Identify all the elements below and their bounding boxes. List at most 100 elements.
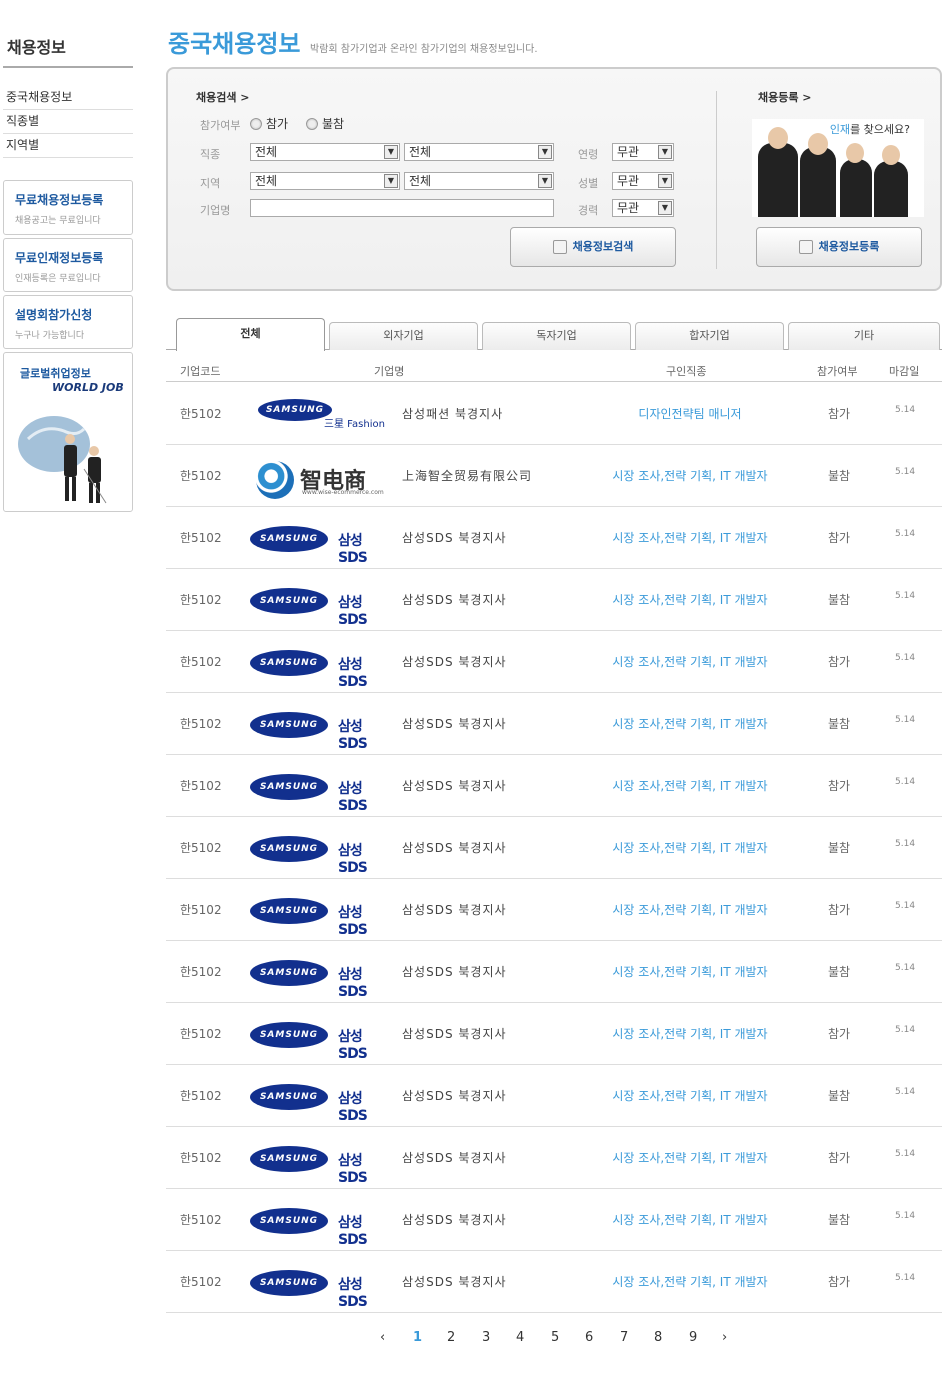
age-select[interactable]: 무관 ▼: [612, 143, 674, 161]
job-select-secondary[interactable]: 전체 ▼: [404, 143, 554, 161]
tab-other[interactable]: 기타: [788, 322, 940, 350]
select-value: 전체: [409, 174, 432, 188]
next-page-arrow-icon[interactable]: ›: [722, 1330, 727, 1345]
job-title-link[interactable]: 시장 조사,전략 기획, IT 개발자: [570, 1087, 810, 1104]
region-select-primary[interactable]: 전체 ▼: [250, 172, 400, 190]
page-9[interactable]: 9: [689, 1330, 697, 1345]
sidebar-item-china-jobs[interactable]: 중국채용정보: [3, 86, 133, 110]
prev-page-arrow-icon[interactable]: ‹: [380, 1330, 385, 1345]
job-title-link[interactable]: 시장 조사,전략 기획, IT 개발자: [570, 467, 810, 484]
page-2[interactable]: 2: [447, 1330, 455, 1345]
company-name[interactable]: 삼성SDS 북경지사: [402, 715, 507, 732]
company-name[interactable]: 삼성SDS 북경지사: [402, 963, 507, 980]
table-row[interactable]: 한5102 SAMSUNG 三星 Fashion 삼성패션 북경지사 디자인전략팀 매니…: [166, 383, 942, 445]
samsung-logo-badge: SAMSUNG: [258, 399, 332, 421]
table-row[interactable]: 한5102 SAMSUNG 삼성SDS 삼성SDS 북경지사 시장 조사,전략 기획, …: [166, 817, 942, 879]
table-row[interactable]: 한5102 SAMSUNG 삼성SDS 삼성SDS 북경지사 시장 조사,전략 기획, …: [166, 879, 942, 941]
table-row[interactable]: 한5102 智电商 www.wise-ecommerce.com 上海智全贸易有限公司…: [166, 445, 942, 507]
page-1[interactable]: 1: [413, 1330, 422, 1345]
job-title-link[interactable]: 시장 조사,전략 기획, IT 개발자: [570, 777, 810, 794]
company-name[interactable]: 삼성SDS 북경지사: [402, 1273, 507, 1290]
company-name[interactable]: 삼성SDS 북경지사: [402, 1211, 507, 1228]
page-7[interactable]: 7: [620, 1330, 628, 1345]
logo-text: 삼성SDS: [338, 967, 368, 1000]
company-name[interactable]: 삼성SDS 북경지사: [402, 1087, 507, 1104]
seminar-apply-banner[interactable]: 설명회참가신청 누구나 가능합니다: [3, 295, 133, 349]
table-row[interactable]: 한5102 SAMSUNG 삼성SDS 삼성SDS 북경지사 시장 조사,전략 기획, …: [166, 755, 942, 817]
company-name[interactable]: 삼성SDS 북경지사: [402, 529, 507, 546]
table-row[interactable]: 한5102 SAMSUNG 삼성SDS 삼성SDS 북경지사 시장 조사,전략 기획, …: [166, 1003, 942, 1065]
page-6[interactable]: 6: [585, 1330, 593, 1345]
deadline-date: 5.14: [895, 963, 916, 973]
company-logo: SAMSUNG 삼성SDS: [250, 1019, 386, 1062]
job-search-button[interactable]: 채용정보검색: [510, 227, 676, 267]
company-name[interactable]: 삼성SDS 북경지사: [402, 1025, 507, 1042]
tab-all[interactable]: 전체: [176, 318, 325, 351]
select-value: 무관: [617, 201, 640, 215]
company-name[interactable]: 삼성SDS 북경지사: [402, 1149, 507, 1166]
company-name[interactable]: 삼성SDS 북경지사: [402, 653, 507, 670]
radio-not-participate[interactable]: [306, 118, 318, 130]
job-title-link[interactable]: 시장 조사,전략 기획, IT 개발자: [570, 1149, 810, 1166]
free-job-register-banner[interactable]: 무료채용정보등록 채용공고는 무료입니다: [3, 180, 133, 235]
samsung-logo-badge: SAMSUNG: [250, 836, 328, 862]
page-4[interactable]: 4: [516, 1330, 524, 1345]
person-figure: [758, 143, 798, 217]
company-name[interactable]: 삼성SDS 북경지사: [402, 901, 507, 918]
sidebar-item-by-region[interactable]: 지역별: [3, 134, 133, 158]
job-title-link[interactable]: 디자인전략팀 매니저: [570, 405, 810, 422]
job-title-link[interactable]: 시장 조사,전략 기획, IT 개발자: [570, 529, 810, 546]
company-logo: SAMSUNG 삼성SDS: [250, 1143, 386, 1186]
company-name[interactable]: 上海智全贸易有限公司: [402, 467, 532, 484]
select-value: 전체: [255, 145, 278, 159]
job-title-link[interactable]: 시장 조사,전략 기획, IT 개발자: [570, 653, 810, 670]
page-8[interactable]: 8: [654, 1330, 662, 1345]
logo-text: 삼성SDS: [338, 1277, 368, 1310]
tab-joint-venture[interactable]: 합자기업: [635, 322, 784, 350]
job-title-link[interactable]: 시장 조사,전략 기획, IT 개발자: [570, 1025, 810, 1042]
job-register-button[interactable]: 채용정보등록: [756, 227, 922, 267]
global-job-banner[interactable]: 글로벌취업정보 WORLD JOB: [3, 352, 133, 512]
table-row[interactable]: 한5102 SAMSUNG 삼성SDS 삼성SDS 북경지사 시장 조사,전략 기획, …: [166, 1065, 942, 1127]
table-row[interactable]: 한5102 SAMSUNG 삼성SDS 삼성SDS 북경지사 시장 조사,전략 기획, …: [166, 507, 942, 569]
table-row[interactable]: 한5102 SAMSUNG 삼성SDS 삼성SDS 북경지사 시장 조사,전략 기획, …: [166, 1251, 942, 1313]
job-title-link[interactable]: 시장 조사,전략 기획, IT 개발자: [570, 901, 810, 918]
table-row[interactable]: 한5102 SAMSUNG 삼성SDS 삼성SDS 북경지사 시장 조사,전략 기획, …: [166, 693, 942, 755]
job-title-link[interactable]: 시장 조사,전략 기획, IT 개발자: [570, 963, 810, 980]
table-row[interactable]: 한5102 SAMSUNG 삼성SDS 삼성SDS 북경지사 시장 조사,전략 기획, …: [166, 1189, 942, 1251]
region-select-secondary[interactable]: 전체 ▼: [404, 172, 554, 190]
job-title-link[interactable]: 시장 조사,전략 기획, IT 개발자: [570, 591, 810, 608]
radio-participate[interactable]: [250, 118, 262, 130]
table-row[interactable]: 한5102 SAMSUNG 삼성SDS 삼성SDS 북경지사 시장 조사,전략 기획, …: [166, 631, 942, 693]
page-3[interactable]: 3: [482, 1330, 490, 1345]
career-select[interactable]: 무관 ▼: [612, 199, 674, 217]
banner-subtitle: 누구나 가능합니다: [15, 331, 85, 341]
tab-independent[interactable]: 독자기업: [482, 322, 631, 350]
job-title-link[interactable]: 시장 조사,전략 기획, IT 개발자: [570, 839, 810, 856]
job-title-link[interactable]: 시장 조사,전략 기획, IT 개발자: [570, 715, 810, 732]
job-title-link[interactable]: 시장 조사,전략 기획, IT 개발자: [570, 1211, 810, 1228]
job-title-link[interactable]: 시장 조사,전략 기획, IT 개발자: [570, 1273, 810, 1290]
table-row[interactable]: 한5102 SAMSUNG 삼성SDS 삼성SDS 북경지사 시장 조사,전략 기획, …: [166, 1127, 942, 1189]
job-select-primary[interactable]: 전체 ▼: [250, 143, 400, 161]
free-talent-register-banner[interactable]: 무료인재정보등록 인재등록은 무료입니다: [3, 238, 133, 292]
banner-title: 글로벌취업정보: [20, 367, 91, 380]
sidebar-item-by-job[interactable]: 직종별: [3, 110, 133, 134]
samsung-logo-badge: SAMSUNG: [250, 774, 328, 800]
company-code: 한5102: [180, 1213, 222, 1227]
company-name-input[interactable]: [250, 199, 554, 217]
logo-text: 삼성SDS: [338, 781, 368, 814]
person-head: [882, 145, 900, 165]
company-logo: SAMSUNG 삼성SDS: [250, 523, 386, 566]
page-5[interactable]: 5: [551, 1330, 559, 1345]
table-row[interactable]: 한5102 SAMSUNG 삼성SDS 삼성SDS 북경지사 시장 조사,전략 기획, …: [166, 569, 942, 631]
company-name[interactable]: 삼성패션 북경지사: [402, 405, 503, 422]
company-name[interactable]: 삼성SDS 북경지사: [402, 591, 507, 608]
gender-select[interactable]: 무관 ▼: [612, 172, 674, 190]
deadline-date: 5.14: [895, 1087, 916, 1097]
company-name[interactable]: 삼성SDS 북경지사: [402, 839, 507, 856]
tab-foreign[interactable]: 외자기업: [329, 322, 478, 350]
chevron-down-icon: ▼: [658, 145, 672, 159]
company-name[interactable]: 삼성SDS 북경지사: [402, 777, 507, 794]
table-row[interactable]: 한5102 SAMSUNG 삼성SDS 삼성SDS 북경지사 시장 조사,전략 기획, …: [166, 941, 942, 1003]
